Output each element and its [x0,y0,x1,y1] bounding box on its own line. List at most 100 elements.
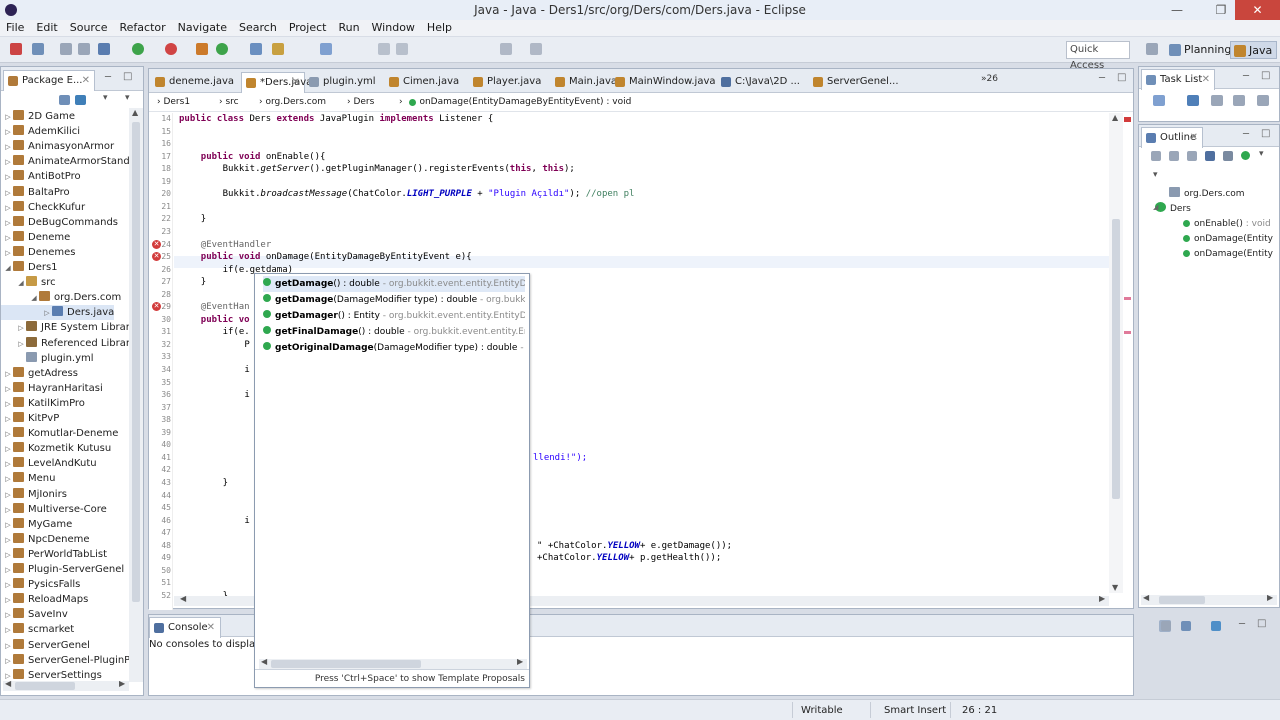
chevron-right-icon[interactable]: ▷ [3,367,13,382]
view-menu-icon[interactable]: ▾ [103,93,108,103]
outline-item[interactable]: onEnable() : void [1183,217,1271,232]
chevron-right-icon[interactable]: ▷ [16,321,26,336]
close-icon[interactable]: ✕ [82,71,90,90]
menu-help[interactable]: Help [421,20,458,36]
outline-horizontal-scrollbar[interactable]: ◀ ▶ [1141,593,1277,605]
chevron-right-icon[interactable]: ▷ [3,110,13,125]
chevron-right-icon[interactable]: ▷ [3,503,13,518]
explorer-horizontal-scrollbar[interactable]: ◀ ▶ [3,679,129,691]
link-editor-icon[interactable] [75,95,86,105]
outline-item[interactable]: onDamage(Entity [1183,232,1273,247]
chevron-right-icon[interactable]: ▷ [3,186,13,201]
tree-item[interactable]: ▷ scmarket [1,622,74,637]
tab-outline[interactable]: Outline ✕ [1141,127,1203,148]
chevron-right-icon[interactable]: ▷ [3,548,13,563]
close-icon[interactable]: ✕ [1235,0,1280,20]
tree-item[interactable]: plugin.yml [1,351,94,366]
tree-item[interactable]: ▷ ServerGenel-PluginP [1,653,129,668]
scroll-right-icon[interactable]: ▶ [1267,593,1273,602]
chevron-right-icon[interactable]: ▷ [3,533,13,548]
run-last-icon[interactable] [165,43,177,55]
tree-item[interactable]: ▷ getAdress [1,366,78,381]
chevron-right-icon[interactable]: ▷ [3,125,13,140]
scroll-left-icon[interactable]: ◀ [180,594,186,603]
forward-icon[interactable] [530,43,542,55]
menu-search[interactable]: Search [233,20,283,36]
tree-item[interactable]: ▷ SaveInv [1,607,68,622]
status-insert-mode[interactable]: Smart Insert [884,703,946,718]
minimize-view-icon[interactable]: ─ [1243,71,1249,82]
menu-project[interactable]: Project [283,20,333,36]
explorer-vertical-scrollbar[interactable]: ▲ [129,108,143,682]
tab-console[interactable]: Console ✕ [149,617,221,638]
tree-item[interactable]: ▷ AnimasyonArmor [1,139,114,154]
minimize-view-icon[interactable]: ─ [1239,619,1245,630]
hide-fields-icon[interactable] [1169,151,1179,161]
minimize-view-icon[interactable]: ─ [1243,129,1249,140]
pin-console-icon[interactable] [1161,621,1171,631]
perspective-planning[interactable]: Planning [1166,41,1235,59]
menu-window[interactable]: Window [366,20,421,36]
new-project-icon[interactable] [196,43,208,55]
close-icon[interactable]: ✕ [1202,70,1210,89]
error-marker[interactable] [1124,331,1131,334]
display-console-icon[interactable] [1181,621,1191,631]
tree-item[interactable]: ◢ src [1,275,56,290]
tree-item[interactable]: ▷ AdemKilici [1,124,80,139]
error-marker[interactable] [1124,117,1131,122]
tree-item[interactable]: ▷ JRE System Librar [1,320,129,335]
menu-navigate[interactable]: Navigate [172,20,233,36]
tree-item[interactable]: ▷ Referenced Librar [1,336,129,351]
tree-item[interactable]: ▷ NpcDeneme [1,532,90,547]
scroll-right-icon[interactable]: ▶ [517,657,523,666]
maximize-view-icon[interactable]: □ [1117,72,1126,83]
maximize-view-icon[interactable]: □ [1261,128,1270,139]
maximize-view-icon[interactable]: □ [1261,70,1270,81]
tree-item[interactable]: ▷ Menu [1,471,55,486]
menu-edit[interactable]: Edit [30,20,63,36]
chevron-right-icon[interactable]: ▷ [3,382,13,397]
hide-local-types-icon[interactable] [1223,151,1233,161]
scroll-thumb[interactable] [132,122,140,602]
tree-item[interactable]: ▷ AntiBotPro [1,169,81,184]
menu-source[interactable]: Source [64,20,114,36]
categorize-icon[interactable] [1187,95,1199,106]
tree-item[interactable]: ▷ PysicsFalls [1,577,80,592]
minimize-view-icon[interactable]: ─ [105,72,111,83]
chevron-right-icon[interactable]: ▷ [3,563,13,578]
tree-item[interactable]: ▷ Komutlar-Deneme [1,426,118,441]
back-icon[interactable] [500,43,512,55]
tree-item[interactable]: ▷ 2D Game [1,109,75,124]
chevron-right-icon[interactable]: ▷ [3,623,13,638]
tree-item[interactable]: ▷ Plugin-ServerGenel [1,562,124,577]
chevron-right-icon[interactable]: ▷ [3,639,13,654]
tree-item[interactable]: ▷ Denemes [1,245,75,260]
print-icon[interactable] [98,43,110,55]
chevron-down-icon[interactable]: ◢ [1153,203,1158,211]
editor-vertical-scrollbar[interactable]: ▲ ▼ [1109,113,1123,593]
new-dropdown-icon[interactable] [32,43,44,55]
chevron-down-icon[interactable]: ◢ [16,276,26,291]
tree-item[interactable]: ▷ LevelAndKutu [1,456,97,471]
tree-item[interactable]: ▷ BaltaPro [1,185,70,200]
minimize-icon[interactable]: — [1163,0,1191,20]
tree-item[interactable]: ◢ org.Ders.com [1,290,121,305]
tree-item[interactable]: ▷ AnimateArmorStand [1,154,129,169]
tree-item[interactable]: ▷ MjIonirs [1,487,67,502]
scroll-right-icon[interactable]: ▶ [119,679,125,688]
chevron-right-icon[interactable]: ▷ [3,140,13,155]
scroll-thumb[interactable] [1159,596,1205,604]
chevron-right-icon[interactable]: ▷ [3,170,13,185]
outline-menu-icon[interactable]: ▾ [1259,149,1264,159]
new-console-icon[interactable] [1211,621,1221,631]
method-filter-icon[interactable] [1241,151,1250,160]
tree-item[interactable]: ▷ Deneme [1,230,70,245]
new-task-icon[interactable] [1153,95,1165,106]
tree-item[interactable]: ▷ ReloadMaps [1,592,88,607]
chevron-right-icon[interactable]: ▷ [3,155,13,170]
menu-run[interactable]: Run [332,20,365,36]
menu-file[interactable]: File [0,20,30,36]
tree-item[interactable]: ▷ HayranHaritasi [1,381,103,396]
chevron-right-icon[interactable]: ▷ [3,427,13,442]
scroll-thumb[interactable] [15,682,75,690]
